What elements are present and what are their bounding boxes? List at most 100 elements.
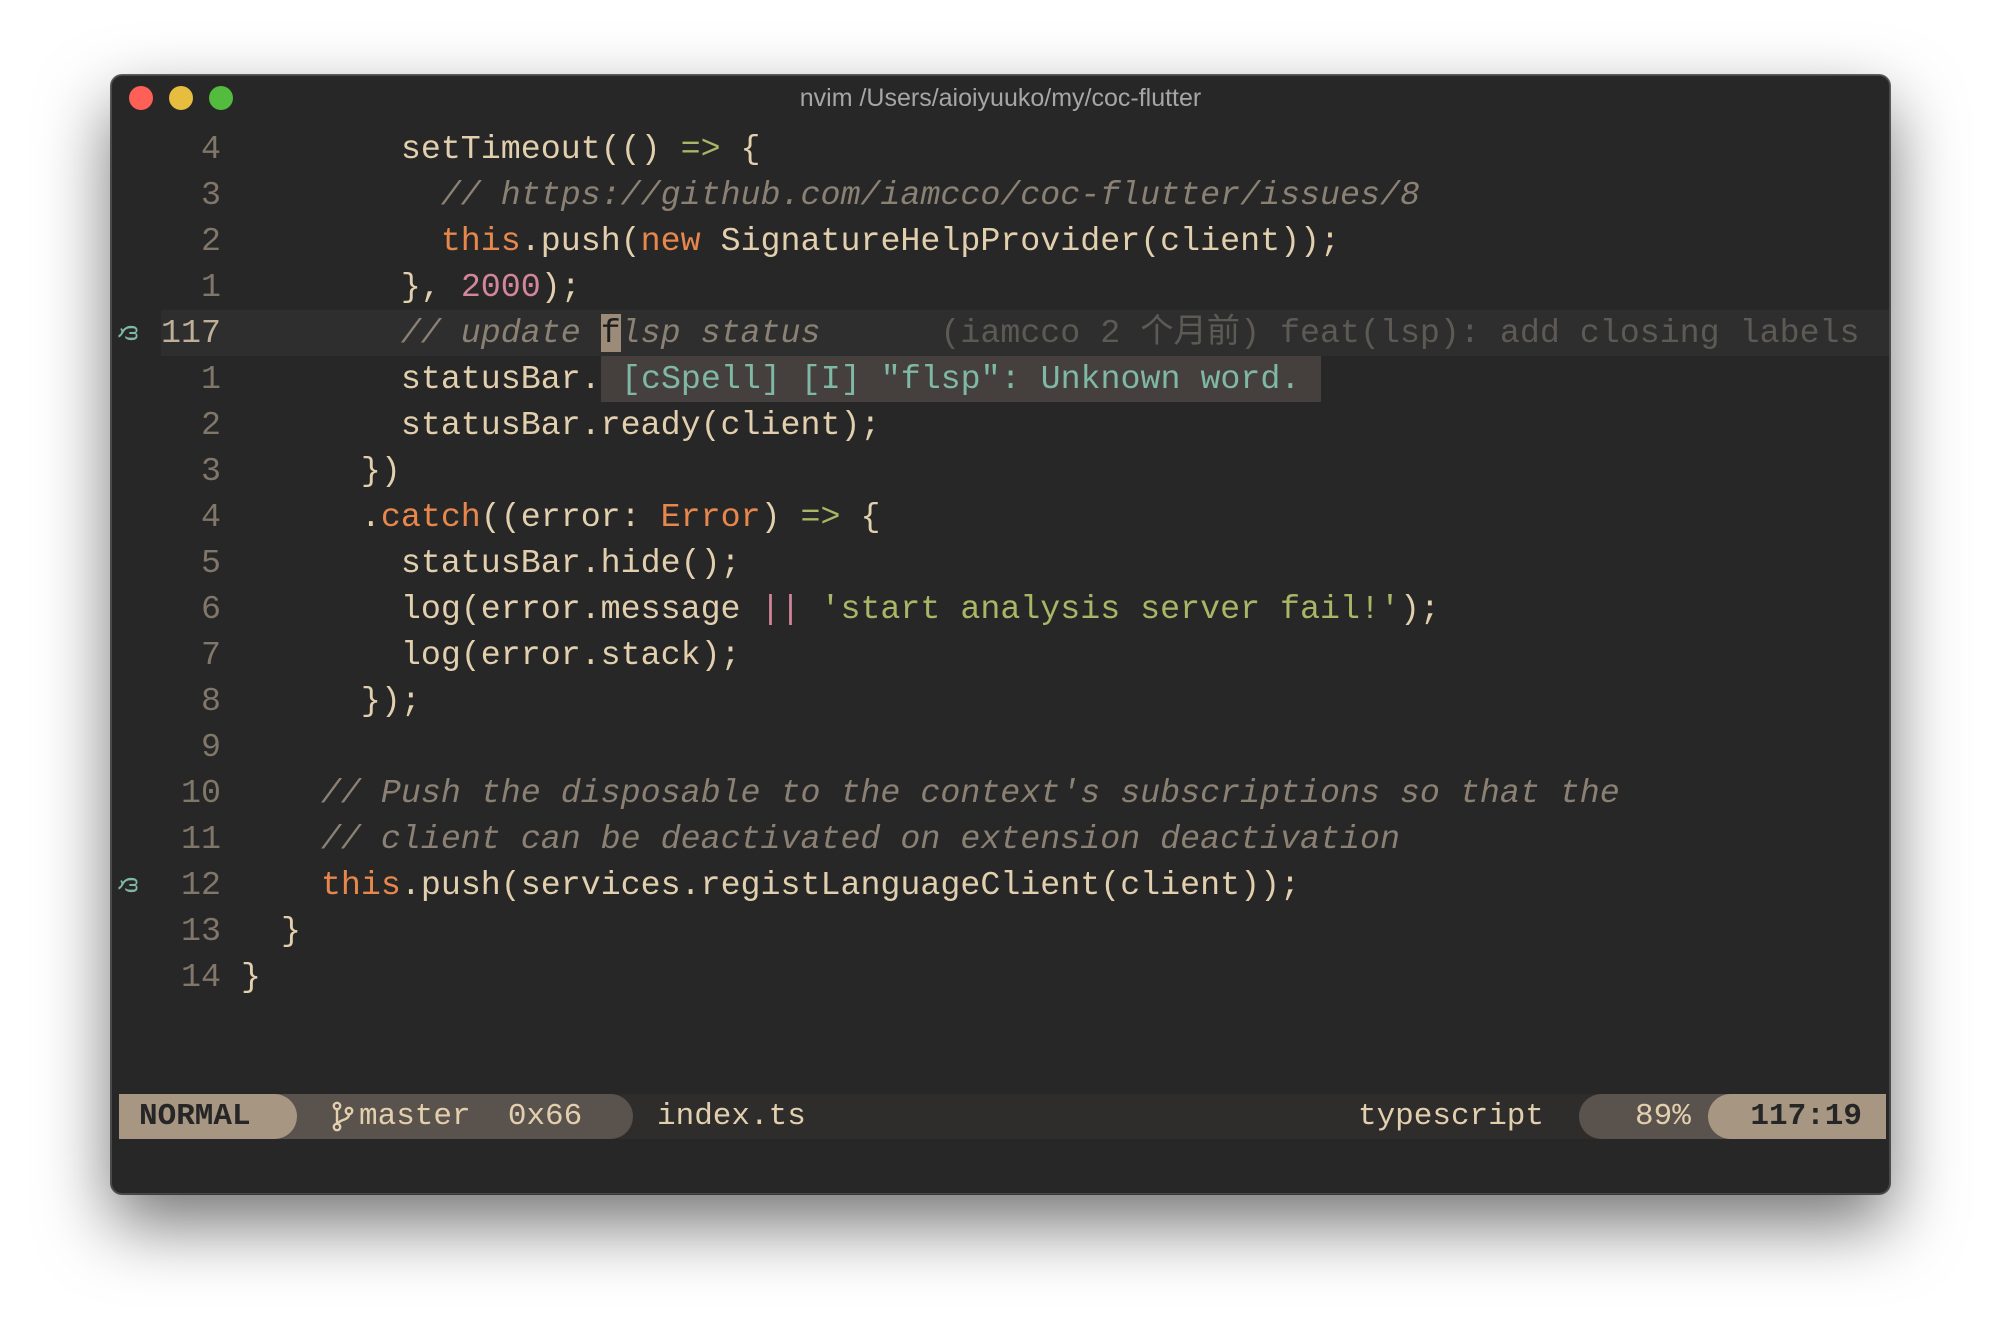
code-token: }, bbox=[400, 268, 461, 306]
code-token: log(error.message bbox=[400, 590, 761, 628]
code-token: Error bbox=[660, 498, 761, 536]
code-token: .push( bbox=[520, 222, 641, 260]
char-hex-value: 0x66 bbox=[507, 1099, 583, 1134]
window-title: nvim /Users/aioiyuuko/my/coc-flutter bbox=[799, 84, 1202, 112]
code-line[interactable]: 5 statusBar.hide(); bbox=[112, 540, 1889, 586]
git-blame-virtual-text: (iamcco 2 个月前) feat(lsp): add closing la… bbox=[820, 314, 1860, 352]
line-code: }) bbox=[241, 448, 401, 494]
file-type: typescript bbox=[1357, 1099, 1544, 1134]
code-token: SignatureHelpProvider(client)); bbox=[700, 222, 1341, 260]
code-token: setTimeout(() bbox=[400, 130, 681, 168]
code-token: ); bbox=[540, 268, 581, 306]
code-token: // update bbox=[400, 314, 601, 352]
code-token: }) bbox=[360, 452, 401, 490]
terminal-window: nvim /Users/aioiyuuko/my/coc-flutter 4 s… bbox=[111, 75, 1890, 1194]
code-token: ((error: bbox=[480, 498, 661, 536]
line-number: 117 bbox=[161, 314, 221, 352]
line-number: 3 bbox=[201, 452, 221, 490]
line-number: 7 bbox=[201, 636, 221, 674]
code-line[interactable]: 14} bbox=[112, 954, 1889, 1000]
line-code: statusBar.ready(client); bbox=[241, 402, 881, 448]
line-code: }); bbox=[241, 678, 421, 724]
line-number: 4 bbox=[201, 498, 221, 536]
code-token: } bbox=[280, 912, 301, 950]
line-code: setTimeout(() => { bbox=[241, 126, 761, 172]
code-line[interactable]: ღ 12 this.push(services.registLanguageCli… bbox=[112, 862, 1889, 908]
code-token: catch bbox=[380, 498, 481, 536]
code-token: { bbox=[840, 498, 881, 536]
code-token: statusBar. bbox=[400, 360, 601, 398]
code-line[interactable]: 1 statusBar. [cSpell] [I] "flsp": Unknow… bbox=[112, 356, 1889, 402]
title-bar: nvim /Users/aioiyuuko/my/coc-flutter bbox=[112, 76, 1889, 120]
line-number: 6 bbox=[201, 590, 221, 628]
line-number: 10 bbox=[181, 774, 221, 812]
code-token: . bbox=[360, 498, 381, 536]
text-cursor: f bbox=[600, 314, 621, 352]
file-name: index.ts bbox=[657, 1099, 806, 1134]
status-line: NORMAL master 0x66 index.ts typescript 8… bbox=[119, 1094, 1886, 1139]
code-token: || bbox=[760, 590, 801, 628]
line-number: 11 bbox=[181, 820, 221, 858]
code-line[interactable]: 13 } bbox=[112, 908, 1889, 954]
code-editor[interactable]: 4 setTimeout(() => {3 // https://github.… bbox=[112, 126, 1889, 1000]
code-token: // client can be deactivated on extensio… bbox=[320, 820, 1400, 858]
line-number: 13 bbox=[181, 912, 221, 950]
line-number: 8 bbox=[201, 682, 221, 720]
code-token: lsp status bbox=[620, 314, 821, 352]
line-number: 12 bbox=[181, 866, 221, 904]
code-token: } bbox=[241, 958, 261, 996]
line-code: log(error.message || 'start analysis ser… bbox=[241, 586, 1440, 632]
code-line[interactable]: 3 // https://github.com/iamcco/coc-flutt… bbox=[112, 172, 1889, 218]
code-line[interactable]: 2 statusBar.ready(client); bbox=[112, 402, 1889, 448]
code-token: { bbox=[720, 130, 761, 168]
line-number: 3 bbox=[201, 176, 221, 214]
code-line[interactable]: 9 bbox=[112, 724, 1889, 770]
code-line[interactable]: 2 this.push(new SignatureHelpProvider(cl… bbox=[112, 218, 1889, 264]
code-token: this bbox=[320, 866, 401, 904]
line-number: 1 bbox=[201, 360, 221, 398]
line-number: 14 bbox=[181, 958, 221, 996]
code-token: 'start analysis server fail!' bbox=[820, 590, 1400, 628]
line-code: statusBar.hide(); bbox=[241, 540, 741, 586]
code-token: => bbox=[800, 498, 841, 536]
line-number: 2 bbox=[201, 406, 221, 444]
line-code: this.push(new SignatureHelpProvider(clie… bbox=[241, 218, 1340, 264]
line-code: .catch((error: Error) => { bbox=[241, 494, 881, 540]
code-line[interactable]: 4 setTimeout(() => { bbox=[112, 126, 1889, 172]
code-line[interactable]: 11 // client can be deactivated on exten… bbox=[112, 816, 1889, 862]
current-line[interactable]: ღ 117 // update flsp status (iamcco 2 个月前… bbox=[112, 310, 1889, 356]
line-code: log(error.stack); bbox=[241, 632, 741, 678]
code-line[interactable]: 4 .catch((error: Error) => { bbox=[112, 494, 1889, 540]
code-token: .push(services.registLanguageClient(clie… bbox=[400, 866, 1301, 904]
code-line[interactable]: 7 log(error.stack); bbox=[112, 632, 1889, 678]
line-number: 5 bbox=[201, 544, 221, 582]
code-line[interactable]: 10 // Push the disposable to the context… bbox=[112, 770, 1889, 816]
line-code: } bbox=[241, 908, 301, 954]
line-code: // update flsp status (iamcco 2 个月前) fea… bbox=[241, 310, 1860, 356]
line-code: // client can be deactivated on extensio… bbox=[241, 816, 1400, 862]
code-line[interactable]: 1 }, 2000); bbox=[112, 264, 1889, 310]
code-token: statusBar.ready(client); bbox=[400, 406, 881, 444]
cursor-position: 117:19 bbox=[1708, 1094, 1886, 1139]
code-line[interactable]: 3 }) bbox=[112, 448, 1889, 494]
line-number: 4 bbox=[201, 130, 221, 168]
line-code: } bbox=[241, 954, 261, 1000]
line-code: statusBar. bbox=[241, 356, 601, 402]
git-branch-icon bbox=[332, 1101, 354, 1132]
line-code: }, 2000); bbox=[241, 264, 581, 310]
code-token: }); bbox=[360, 682, 421, 720]
code-line[interactable]: 6 log(error.message || 'start analysis s… bbox=[112, 586, 1889, 632]
line-code: this.push(services.registLanguageClient(… bbox=[241, 862, 1300, 908]
code-token: 2000 bbox=[460, 268, 541, 306]
mode-indicator: NORMAL bbox=[119, 1094, 297, 1139]
diagnostic-float-popup: [cSpell] [I] "flsp": Unknown word. bbox=[601, 356, 1321, 402]
code-token: ) bbox=[760, 498, 801, 536]
line-number: 2 bbox=[201, 222, 221, 260]
code-token: new bbox=[640, 222, 701, 260]
code-token: log(error.stack); bbox=[400, 636, 741, 674]
code-token: ); bbox=[1399, 590, 1440, 628]
line-code: // https://github.com/iamcco/coc-flutter… bbox=[241, 172, 1420, 218]
code-line[interactable]: 8 }); bbox=[112, 678, 1889, 724]
line-code: // Push the disposable to the context's … bbox=[241, 770, 1620, 816]
